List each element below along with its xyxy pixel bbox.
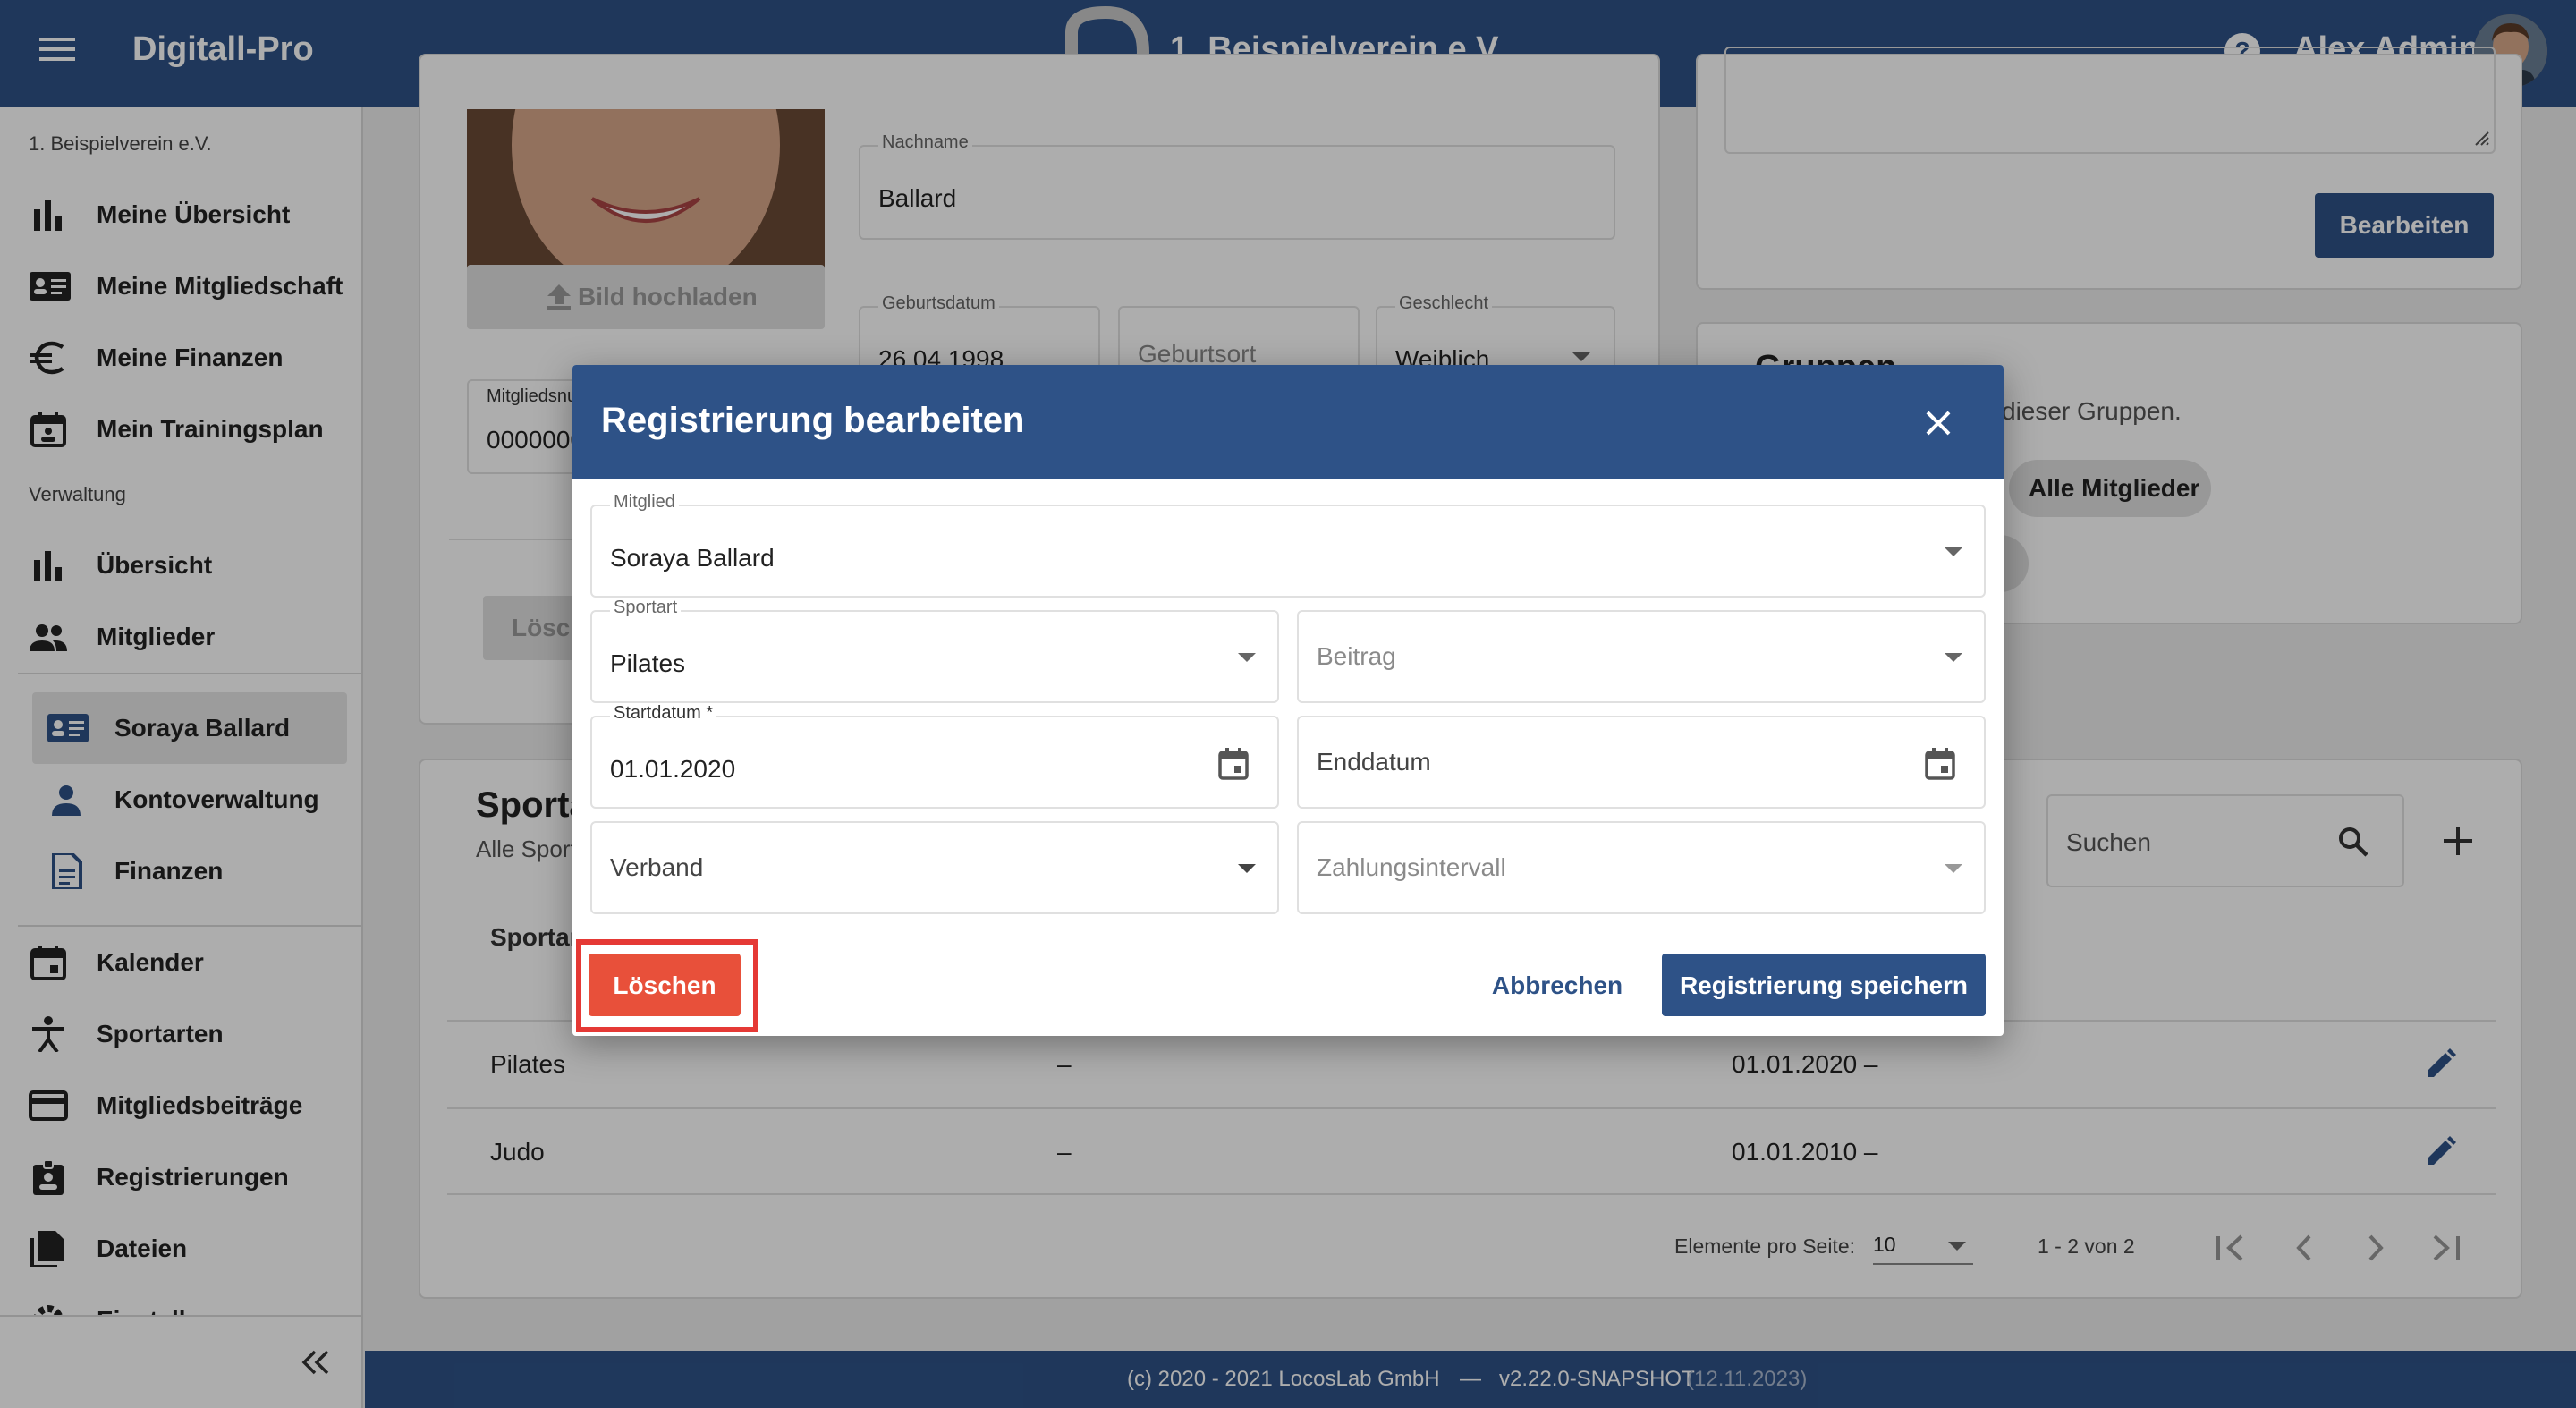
dialog-header: Registrierung bearbeiten	[572, 365, 2004, 479]
dialog-title: Registrierung bearbeiten	[601, 401, 1025, 440]
chevron-down-icon	[1238, 864, 1256, 873]
sport-select[interactable]: Sportart Pilates	[590, 598, 1279, 703]
end-date-field[interactable]: Enddatum	[1297, 716, 1986, 809]
fee-select[interactable]: Beitrag	[1297, 610, 1986, 703]
chevron-down-icon	[1945, 864, 1962, 873]
delete-registration-button[interactable]: Löschen	[589, 954, 741, 1016]
close-icon[interactable]	[1925, 410, 1952, 437]
calendar-icon[interactable]	[1925, 748, 1955, 780]
chevron-down-icon	[1238, 653, 1256, 662]
chevron-down-icon	[1945, 653, 1962, 662]
member-select[interactable]: Mitglied Soraya Ballard	[590, 492, 1986, 598]
edit-registration-dialog: Registrierung bearbeiten Mitglied Soraya…	[572, 365, 2004, 1036]
calendar-icon[interactable]	[1218, 748, 1249, 780]
cancel-button[interactable]: Abbrechen	[1481, 954, 1633, 1016]
chevron-down-icon	[1945, 547, 1962, 556]
association-select[interactable]: Verband	[590, 821, 1279, 914]
payment-interval-select[interactable]: Zahlungsintervall	[1297, 821, 1986, 914]
start-date-field[interactable]: Startdatum * 01.01.2020	[590, 703, 1279, 809]
save-registration-button[interactable]: Registrierung speichern	[1662, 954, 1986, 1016]
